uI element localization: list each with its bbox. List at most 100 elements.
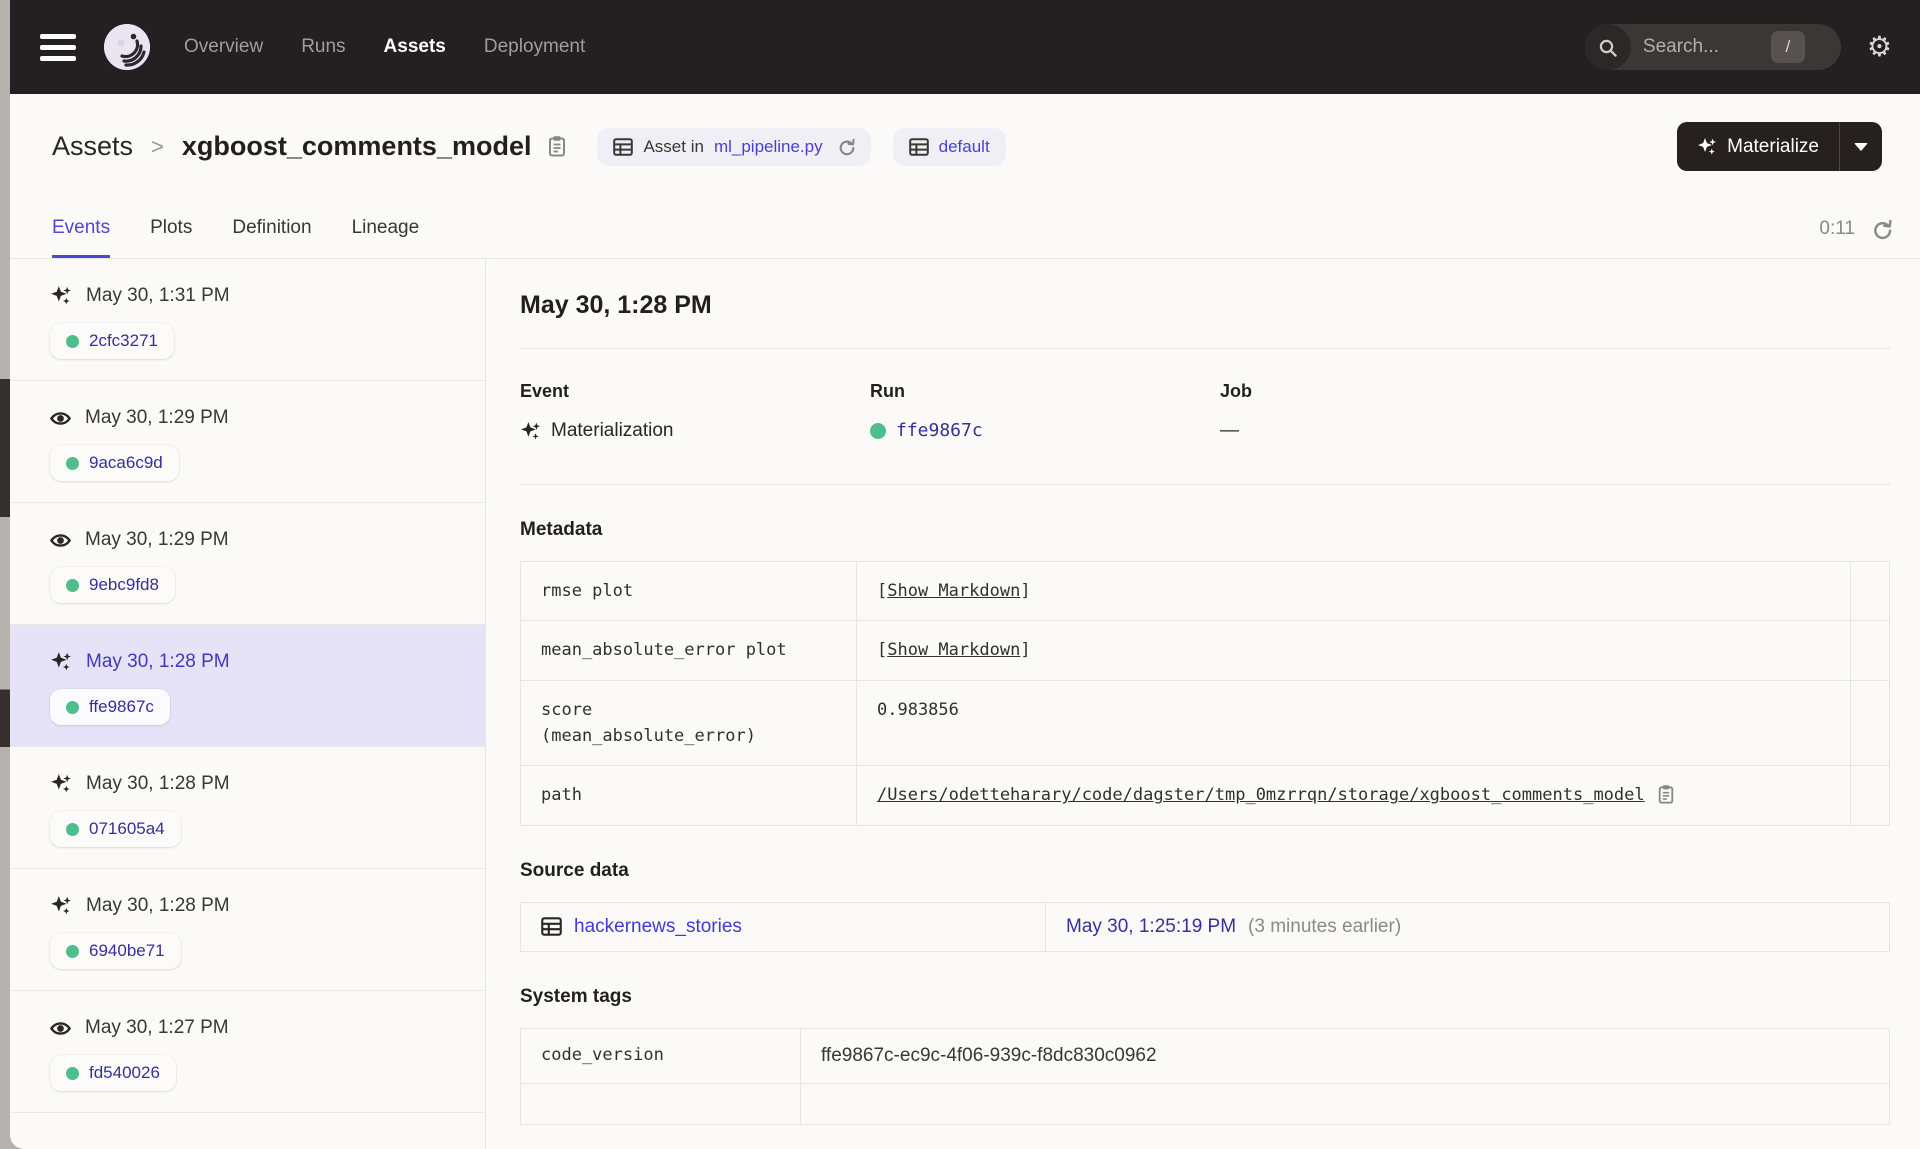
run-badge[interactable]: 9ebc9fd8 xyxy=(50,567,175,603)
code-location-badge: default xyxy=(892,127,1006,166)
copy-asset-name-icon[interactable] xyxy=(547,135,567,158)
event-timestamp: May 30, 1:29 PM xyxy=(85,529,229,550)
event-list-item[interactable]: May 30, 1:29 PM 9ebc9fd8 xyxy=(10,503,485,625)
bracket: ] xyxy=(1020,581,1031,601)
asset-badge-prefix: Asset in xyxy=(643,136,704,156)
run-id-link[interactable]: ffe9867c xyxy=(89,697,154,717)
nav-item-overview[interactable]: Overview xyxy=(184,36,263,58)
run-column-label: Run xyxy=(870,381,905,401)
materialize-button[interactable]: Materialize xyxy=(1677,122,1839,171)
table-row xyxy=(521,1083,1889,1124)
asset-definition-badge: Asset in ml_pipeline.py xyxy=(597,127,871,166)
run-badge[interactable]: 071605a4 xyxy=(50,811,181,847)
path-link[interactable]: /Users/odetteharary/code/dagster/tmp_0mz… xyxy=(877,782,1645,808)
global-search[interactable]: / xyxy=(1584,24,1841,70)
hamburger-menu-icon[interactable] xyxy=(40,33,76,61)
run-id-link[interactable]: fd540026 xyxy=(89,1063,160,1083)
run-id-link[interactable]: 071605a4 xyxy=(89,819,165,839)
event-column-label: Event xyxy=(520,381,570,401)
event-timestamp: May 30, 1:29 PM xyxy=(85,407,229,428)
dagster-logo[interactable] xyxy=(104,24,150,70)
event-type-value: Materialization xyxy=(551,420,674,441)
background-window-edge xyxy=(0,0,10,1149)
nav-item-deployment[interactable]: Deployment xyxy=(484,36,585,58)
run-badge[interactable]: 6940be71 xyxy=(50,933,181,969)
materialization-icon xyxy=(51,652,71,671)
event-detail-title: May 30, 1:28 PM xyxy=(520,291,712,319)
event-list-item[interactable]: May 30, 1:28 PM 6940be71 xyxy=(10,869,485,991)
materialization-icon xyxy=(51,896,71,915)
observation-icon xyxy=(50,411,71,425)
refresh-icon[interactable] xyxy=(1871,219,1892,240)
gear-icon[interactable]: ⚙ xyxy=(1867,33,1892,61)
code-location-icon xyxy=(908,137,929,156)
search-shortcut-badge: / xyxy=(1770,31,1805,63)
system-tags-heading: System tags xyxy=(520,985,632,1007)
reload-definition-icon[interactable] xyxy=(837,138,855,156)
breadcrumb-assets-link[interactable]: Assets xyxy=(52,131,133,162)
source-relative-time: (3 minutes earlier) xyxy=(1248,915,1402,937)
tab-events[interactable]: Events xyxy=(52,217,111,258)
event-list-item[interactable]: May 30, 1:28 PM 071605a4 xyxy=(10,747,485,869)
tab-plots[interactable]: Plots xyxy=(150,217,192,258)
run-id-link[interactable]: 9ebc9fd8 xyxy=(89,575,159,595)
run-status-dot xyxy=(66,944,79,958)
code-location-link[interactable]: default xyxy=(939,137,990,157)
event-list-item[interactable]: May 30, 1:31 PM 2cfc3271 xyxy=(10,259,485,381)
run-status-dot xyxy=(66,700,79,714)
event-detail-pane: May 30, 1:28 PM Event Materialization Ru… xyxy=(486,259,1920,1149)
asset-table-icon xyxy=(613,137,634,156)
event-list-item[interactable]: May 30, 1:29 PM 9aca6c9d xyxy=(10,381,485,503)
run-badge[interactable]: 2cfc3271 xyxy=(50,323,174,359)
system-tags-table: code_version ffe9867c-ec9c-4f06-939c-f8d… xyxy=(520,1027,1890,1125)
table-row: hackernews_stories xyxy=(521,902,1046,951)
bracket: ] xyxy=(1020,640,1031,661)
show-markdown-link[interactable]: Show Markdown xyxy=(887,640,1020,660)
asset-definition-file-link[interactable]: ml_pipeline.py xyxy=(714,137,823,157)
bracket: [ xyxy=(877,581,888,601)
dagster-app-window: Overview Runs Assets Deployment / ⚙ Asse… xyxy=(10,0,1920,1149)
tab-definition[interactable]: Definition xyxy=(232,217,311,258)
run-id-link[interactable]: 2cfc3271 xyxy=(89,331,158,351)
run-badge[interactable]: fd540026 xyxy=(50,1055,176,1091)
run-status-dot xyxy=(870,422,886,439)
materialization-icon xyxy=(521,421,540,439)
event-timestamp: May 30, 1:28 PM xyxy=(86,895,230,916)
event-list-item-selected[interactable]: May 30, 1:28 PM ffe9867c xyxy=(10,625,485,747)
search-icon xyxy=(1584,24,1631,70)
caret-down-icon xyxy=(1854,142,1868,151)
asset-header: Assets > xgboost_comments_model Asset in… xyxy=(10,94,1920,201)
source-asset-link[interactable]: hackernews_stories xyxy=(574,916,742,938)
run-status-dot xyxy=(66,822,79,836)
event-list-sidebar: May 30, 1:31 PM 2cfc3271 May 30, 1:29 PM… xyxy=(10,259,486,1149)
metadata-key: rmse plot xyxy=(521,562,857,621)
asset-tabs: Events Plots Definition Lineage 0:11 xyxy=(10,201,1920,259)
tag-key: code_version xyxy=(521,1028,801,1083)
source-data-table: hackernews_stories May 30, 1:25:19 PM (3… xyxy=(520,901,1890,952)
search-input[interactable] xyxy=(1630,36,1771,58)
nav-item-runs[interactable]: Runs xyxy=(301,36,345,58)
run-status-dot xyxy=(66,334,79,348)
event-list-item[interactable]: May 30, 1:27 PM fd540026 xyxy=(10,991,485,1113)
run-badge[interactable]: ffe9867c xyxy=(50,689,170,725)
materialize-label: Materialize xyxy=(1727,135,1819,157)
show-markdown-link[interactable]: Show Markdown xyxy=(887,581,1020,601)
asset-table-icon xyxy=(541,917,562,936)
run-id-link[interactable]: ffe9867c xyxy=(896,420,983,441)
copy-path-icon[interactable] xyxy=(1657,784,1675,805)
bracket: [ xyxy=(877,640,888,661)
breadcrumb-separator: > xyxy=(151,133,164,159)
source-timestamp-link[interactable]: May 30, 1:25:19 PM xyxy=(1066,916,1236,938)
run-status-dot xyxy=(66,578,79,592)
run-column: Run ffe9867c xyxy=(870,381,1220,442)
metadata-key: path xyxy=(521,766,857,825)
tab-lineage[interactable]: Lineage xyxy=(352,217,420,258)
materialize-split-button: Materialize xyxy=(1677,122,1882,171)
run-id-link[interactable]: 6940be71 xyxy=(89,941,165,961)
job-value: — xyxy=(1220,420,1239,441)
materialize-dropdown-button[interactable] xyxy=(1840,122,1882,171)
nav-item-assets[interactable]: Assets xyxy=(384,36,446,58)
run-id-link[interactable]: 9aca6c9d xyxy=(89,453,163,473)
run-badge[interactable]: 9aca6c9d xyxy=(50,445,179,481)
observation-icon xyxy=(50,1021,71,1035)
